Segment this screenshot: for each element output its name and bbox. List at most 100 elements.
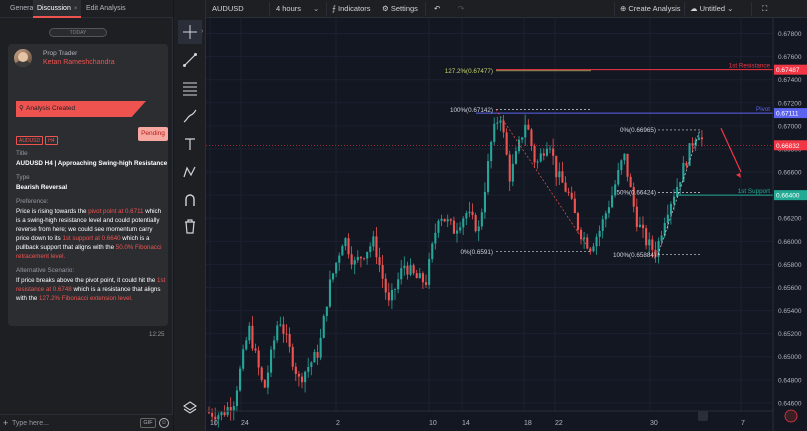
candle-body xyxy=(623,153,626,161)
candle-body xyxy=(592,246,595,252)
candle-body xyxy=(291,346,294,367)
fullscreen-icon[interactable]: ⛶ xyxy=(762,0,767,18)
author-name[interactable]: Ketan Rameshchandra xyxy=(43,59,115,66)
candle-body xyxy=(511,163,514,182)
chevron-down-icon[interactable]: ⌄ xyxy=(313,0,319,18)
chart-toolbar: AUDUSD 4 hours ⌄ ⨍ Indicators ⚙ Settings… xyxy=(206,0,807,18)
candle-body xyxy=(245,340,248,350)
time-tick: 22 xyxy=(555,420,563,427)
fib-level-label: 100%(0.65884) xyxy=(613,252,656,259)
settings-button[interactable]: ⚙ Settings xyxy=(382,0,418,18)
candle-body xyxy=(443,218,446,222)
avatar[interactable] xyxy=(14,49,32,67)
message-input[interactable] xyxy=(12,417,122,429)
candle-body xyxy=(638,224,641,228)
remove-drawings-tool[interactable] xyxy=(178,214,202,238)
candle-body xyxy=(223,412,226,416)
candle-body xyxy=(307,367,310,372)
alt-scenario-text: If price breaks above the pivot point, i… xyxy=(16,276,166,303)
candle-body xyxy=(471,211,474,216)
candle-body xyxy=(604,213,607,220)
tab-edit-analysis[interactable]: Edit Analysis xyxy=(86,0,126,18)
text-tool[interactable] xyxy=(178,132,202,156)
price-tick: 0.65400 xyxy=(778,308,802,315)
undo-icon[interactable]: ↶ xyxy=(434,0,440,18)
candle-body xyxy=(580,229,583,240)
time-tick: 2 xyxy=(336,420,340,427)
price-tick: 0.66200 xyxy=(778,216,802,223)
tab-general-label: General xyxy=(10,5,35,12)
chevron-right-icon[interactable]: › xyxy=(201,28,203,35)
candle-body xyxy=(583,237,586,240)
candle-body xyxy=(564,182,567,192)
pattern-tool[interactable] xyxy=(178,160,202,184)
candle-body xyxy=(217,415,220,420)
settings-label: Settings xyxy=(390,4,418,13)
candle-body xyxy=(332,273,335,280)
tab-edit-analysis-label: Edit Analysis xyxy=(86,5,126,12)
time-tick: 7 xyxy=(741,420,745,427)
fib-lines-icon xyxy=(183,82,197,96)
fib-level-label: 0%(0.6591) xyxy=(460,249,493,256)
trend-line-tool[interactable] xyxy=(178,48,202,72)
location-pin-icon: ⚲ xyxy=(19,105,24,112)
candle-body xyxy=(325,306,328,316)
price-chart[interactable]: 1st Resistance Pivot 1st Support 127.2%(0.6… xyxy=(206,18,807,431)
title-value: AUDUSD H4 | Approaching Swing-high Resis… xyxy=(16,160,168,167)
candle-body xyxy=(697,137,700,141)
add-attachment-icon[interactable]: + xyxy=(3,418,8,428)
crosshair-tool[interactable] xyxy=(178,20,202,44)
price-tick: 0.65800 xyxy=(778,262,802,269)
candle-body xyxy=(266,372,269,388)
price-tick: 0.64800 xyxy=(778,377,802,384)
candle-body xyxy=(502,120,505,133)
candle-body xyxy=(691,143,694,147)
candle-body xyxy=(294,366,297,374)
interval-select[interactable]: 4 hours xyxy=(276,0,301,18)
create-analysis-button[interactable]: ⊕ Create Analysis xyxy=(620,0,681,18)
candle-body xyxy=(663,222,666,236)
candle-body xyxy=(409,265,412,275)
candle-body xyxy=(542,153,545,156)
gif-button[interactable]: GIF xyxy=(140,418,156,428)
lightbulb-icon[interactable] xyxy=(698,411,708,421)
body-text: If price breaks above the pivot point, i… xyxy=(16,277,158,284)
price-axis[interactable]: 0.67800 0.67600 0.67400 0.67200 0.67000 0.668… xyxy=(772,18,807,431)
candle-body xyxy=(270,349,273,373)
candle-body xyxy=(415,273,418,279)
trend-line-icon xyxy=(183,53,197,67)
candle-body xyxy=(666,214,669,223)
body-text: Price is rising towards the xyxy=(16,208,89,215)
fib-tool[interactable] xyxy=(178,76,202,100)
candle-body xyxy=(462,218,465,228)
alt-scenario-label: Alternative Scenario: xyxy=(16,267,75,274)
close-icon[interactable]: × xyxy=(74,6,78,12)
brush-tool[interactable] xyxy=(178,104,202,128)
alert-icon[interactable] xyxy=(784,409,798,423)
candle-body xyxy=(477,226,480,232)
layers-tool[interactable] xyxy=(178,396,202,420)
candle-body xyxy=(487,161,490,192)
emoji-icon[interactable]: ☺ xyxy=(159,418,169,428)
candle-body xyxy=(359,256,362,259)
candle-body xyxy=(620,160,623,171)
candle-body xyxy=(514,151,517,164)
tab-discussion[interactable]: Discussion × xyxy=(33,0,82,18)
preference-label: Preference: xyxy=(16,198,49,205)
layout-menu[interactable]: ☁ Untitled ⌄ xyxy=(690,0,733,18)
candle-body xyxy=(220,412,223,416)
brush-icon xyxy=(183,109,197,123)
candle-body xyxy=(570,192,573,199)
indicators-button[interactable]: ⨍ Indicators xyxy=(332,0,371,18)
redo-icon[interactable]: ↷ xyxy=(458,0,464,18)
candle-body xyxy=(539,153,542,162)
candle-body xyxy=(232,405,235,411)
symbol-badges: AUDUSD H4 xyxy=(16,129,60,145)
symbol-search[interactable]: AUDUSD xyxy=(212,0,244,18)
price-tick: 0.67800 xyxy=(778,31,802,38)
candle-body xyxy=(642,224,645,229)
magnet-tool[interactable] xyxy=(178,188,202,212)
tab-general[interactable]: General xyxy=(10,0,35,18)
cloud-icon: ☁ xyxy=(690,4,698,13)
candle-body xyxy=(369,246,372,252)
